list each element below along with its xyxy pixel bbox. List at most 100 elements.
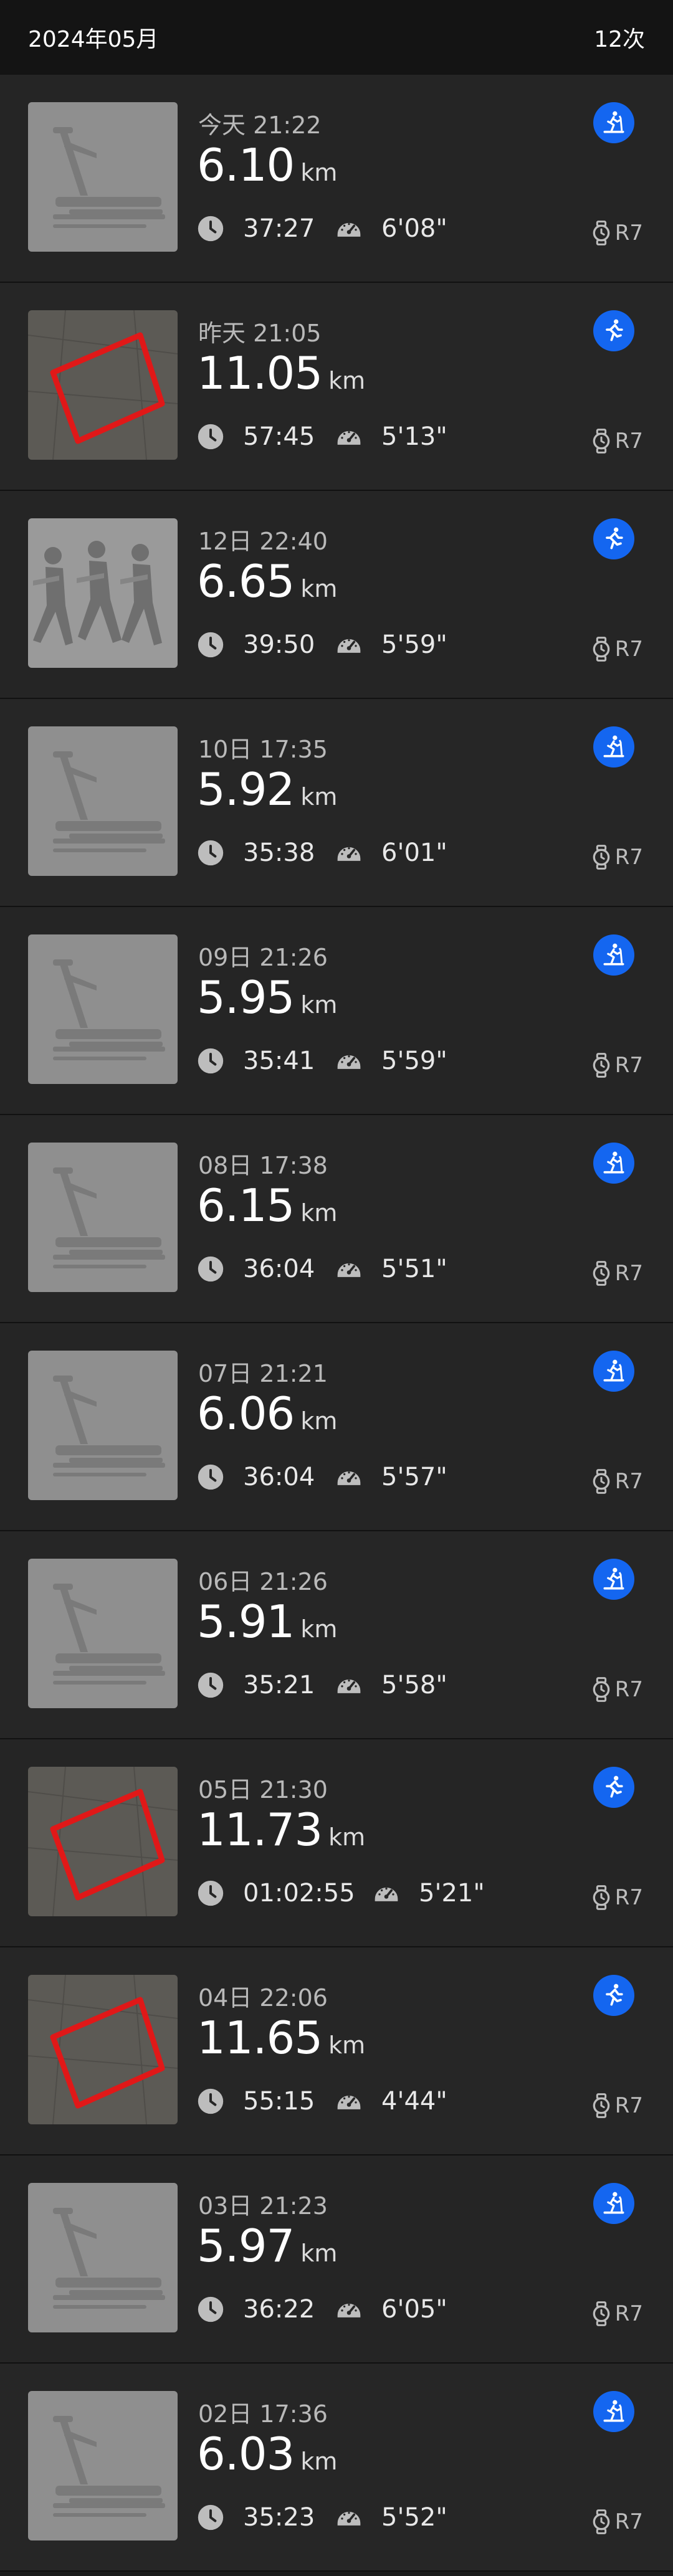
pace-stat: 5'59" <box>335 1047 447 1075</box>
distance-value: 5.97 <box>197 2220 295 2272</box>
device-tag: R7 <box>590 2509 643 2534</box>
activity-type-badge <box>593 1559 634 1600</box>
pace-stat: 4'44" <box>335 2087 447 2116</box>
duration-value: 35:41 <box>243 1047 315 1075</box>
activity-distance: 11.65 km <box>197 2012 365 2064</box>
distance-value: 6.15 <box>197 1179 295 1232</box>
treadmill-icon <box>603 943 624 966</box>
activity-type-badge <box>593 1975 634 2016</box>
activity-date: 03日 21:23 <box>198 2192 328 2220</box>
device-tag: R7 <box>590 845 643 870</box>
watch-icon <box>593 1677 610 1702</box>
duration-value: 39:50 <box>243 630 315 659</box>
clock-icon <box>198 2296 224 2322</box>
distance-value: 5.95 <box>197 971 295 1024</box>
distance-unit: km <box>300 2448 338 2475</box>
distance-value: 11.05 <box>197 347 323 399</box>
activity-distance: 11.73 km <box>197 1804 365 1856</box>
distance-unit: km <box>300 1615 338 1643</box>
activity-distance: 5.92 km <box>197 763 337 815</box>
device-tag: R7 <box>590 1053 643 1078</box>
duration-stat: 57:45 <box>197 422 315 451</box>
speedometer-icon <box>337 430 361 445</box>
treadmill-icon <box>603 1151 624 1174</box>
speedometer-icon <box>337 2511 361 2526</box>
activity-type-badge <box>593 310 634 351</box>
pace-value: 5'51" <box>381 1255 447 1283</box>
distance-value: 6.03 <box>197 2428 295 2480</box>
month-label[interactable]: 2024年05月 <box>28 21 158 54</box>
duration-stat: 55:15 <box>197 2087 315 2116</box>
activity-thumbnail <box>28 2391 178 2540</box>
duration-stat: 35:21 <box>197 1671 315 1699</box>
activity-date: 06日 21:26 <box>198 1568 328 1595</box>
activity-thumbnail <box>28 1143 178 1292</box>
activity-item[interactable]: 昨天 21:05 11.05 km 57:45 5'13" R7 <box>0 283 673 491</box>
clock-icon <box>198 2088 224 2114</box>
clock-icon <box>198 216 224 242</box>
activity-item[interactable]: 05日 21:30 11.73 km 01:02:55 5'21" R7 <box>0 1739 673 1947</box>
pace-value: 5'59" <box>381 630 447 659</box>
running-icon <box>606 1984 623 2006</box>
pace-value: 5'52" <box>381 2503 447 2532</box>
activity-item[interactable]: 10日 17:35 5.92 km 35:38 6'01" R7 <box>0 699 673 907</box>
watch-icon <box>593 1053 610 1078</box>
clock-icon <box>198 424 224 450</box>
activity-thumbnail <box>28 518 178 668</box>
activity-item[interactable]: 09日 21:26 5.95 km 35:41 5'59" R7 <box>0 907 673 1115</box>
activity-count: 12次 <box>594 27 645 52</box>
activity-date: 02日 17:36 <box>198 2400 328 2428</box>
activity-date: 07日 21:21 <box>198 1360 328 1387</box>
activity-item[interactable]: 今天 21:22 6.10 km 37:27 6'08" R7 <box>0 75 673 283</box>
activity-item[interactable]: 08日 17:38 6.15 km 36:04 5'51" R7 <box>0 1115 673 1323</box>
activity-item[interactable]: 07日 21:21 6.06 km 36:04 5'57" R7 <box>0 1323 673 1531</box>
activity-date: 08日 17:38 <box>198 1152 328 1179</box>
device-name: R7 <box>614 1677 643 1702</box>
device-name: R7 <box>614 429 643 454</box>
device-name: R7 <box>614 637 643 662</box>
activity-item[interactable]: 04日 22:06 11.65 km 55:15 4'44" R7 <box>0 1947 673 2155</box>
treadmill-icon <box>603 1359 624 1382</box>
treadmill-thumbnail <box>28 2183 178 2332</box>
running-icon <box>606 1775 623 1798</box>
activity-list: 今天 21:22 6.10 km 37:27 6'08" R7 昨天 21:05… <box>0 75 673 2572</box>
top-bar: 2024年05月 12次 <box>0 0 673 75</box>
duration-stat: 36:04 <box>197 1255 315 1283</box>
pace-stat: 5'52" <box>335 2503 447 2532</box>
activity-type-badge <box>593 102 634 143</box>
distance-value: 5.91 <box>197 1595 295 1648</box>
activity-date: 10日 17:35 <box>198 736 328 763</box>
activity-thumbnail <box>28 1351 178 1500</box>
treadmill-thumbnail <box>28 102 178 252</box>
clock-icon <box>198 2504 224 2531</box>
speedometer-icon <box>337 1471 361 1485</box>
activity-thumbnail <box>28 2183 178 2332</box>
distance-unit: km <box>300 783 338 810</box>
device-name: R7 <box>614 2093 643 2118</box>
clock-icon <box>198 1464 224 1490</box>
activity-distance: 5.97 km <box>197 2220 337 2272</box>
activity-distance: 5.95 km <box>197 971 337 1024</box>
activity-type-badge <box>593 1143 634 1184</box>
duration-value: 01:02:55 <box>243 1879 355 1908</box>
speedometer-icon <box>337 2303 361 2317</box>
activity-thumbnail <box>28 1559 178 1708</box>
activity-item[interactable]: 02日 17:36 6.03 km 35:23 5'52" R7 <box>0 2364 673 2572</box>
pace-stat: 6'01" <box>335 839 447 867</box>
distance-unit: km <box>300 2240 338 2267</box>
duration-value: 37:27 <box>243 214 315 243</box>
activity-item[interactable]: 06日 21:26 5.91 km 35:21 5'58" R7 <box>0 1531 673 1739</box>
duration-stat: 01:02:55 <box>197 1879 355 1908</box>
pace-value: 6'05" <box>381 2295 447 2324</box>
activity-item[interactable]: 03日 21:23 5.97 km 36:22 6'05" R7 <box>0 2155 673 2364</box>
treadmill-thumbnail <box>28 1559 178 1708</box>
activity-date: 今天 21:22 <box>198 112 322 139</box>
speedometer-icon <box>337 1263 361 1277</box>
activity-item[interactable]: 12日 22:40 6.65 km 39:50 5'59" R7 <box>0 491 673 699</box>
activity-distance: 6.10 km <box>197 139 337 191</box>
activity-date: 昨天 21:05 <box>198 320 322 347</box>
watch-icon <box>593 221 610 245</box>
pace-value: 4'44" <box>381 2087 447 2116</box>
watch-icon <box>593 1261 610 1286</box>
treadmill-thumbnail <box>28 934 178 1084</box>
